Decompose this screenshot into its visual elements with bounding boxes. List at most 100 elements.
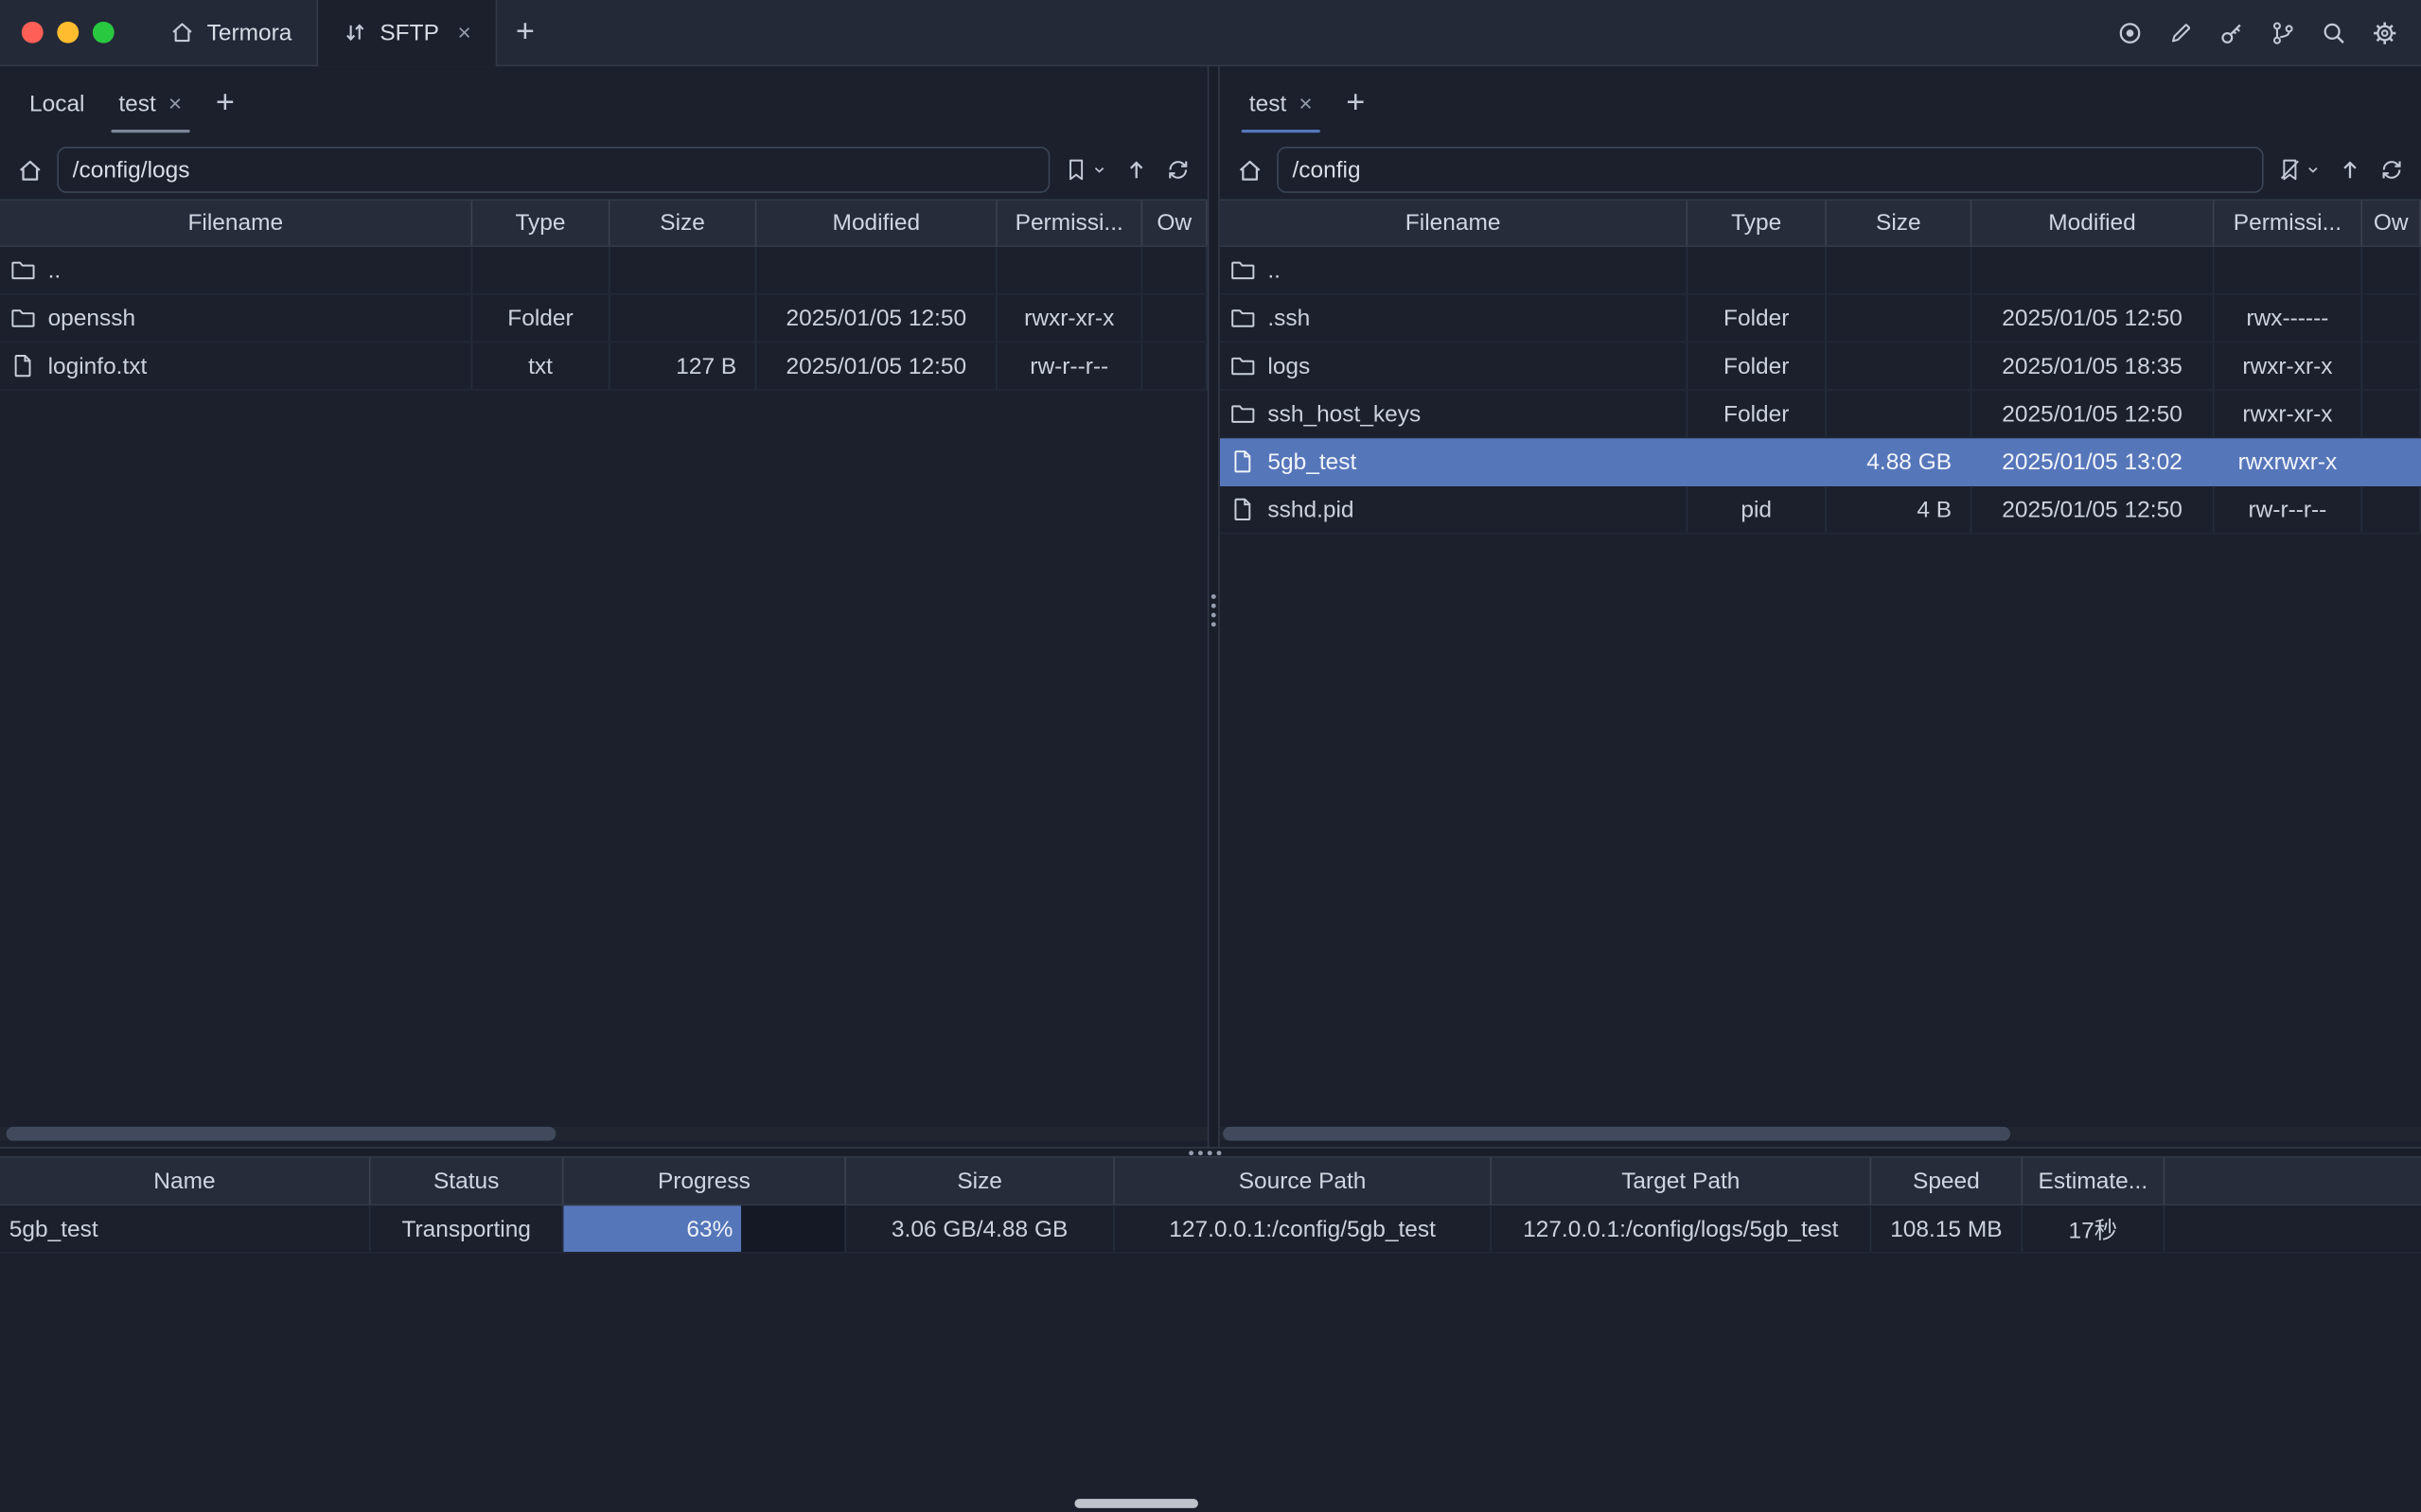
pane-tab-test[interactable]: test ×: [101, 66, 199, 140]
progress-fill: 63%: [563, 1205, 740, 1252]
close-icon[interactable]: ×: [1299, 92, 1312, 114]
column-header-source-path[interactable]: Source Path: [1115, 1158, 1492, 1204]
column-header-size[interactable]: Size: [610, 201, 756, 245]
sftp-split-view: Local test × +: [0, 66, 2421, 1147]
bookmark-button[interactable]: [2277, 157, 2321, 182]
column-header-modified[interactable]: Modified: [1971, 201, 2214, 245]
file-type: txt: [472, 343, 610, 389]
refresh-button[interactable]: [1166, 157, 1191, 182]
keys-button[interactable]: [2218, 19, 2245, 45]
pane-tab-local[interactable]: Local: [12, 66, 101, 140]
settings-icon: [2372, 19, 2398, 45]
parent-directory-button[interactable]: [1124, 157, 1149, 182]
file-modified: 2025/01/05 12:50: [1971, 295, 2214, 342]
bookmark-button[interactable]: [1064, 157, 1107, 182]
file-size: [1827, 247, 1971, 293]
right-file-table: Filename Type Size Modified Permissi... …: [1220, 199, 2421, 1147]
titlebar-toolbar: [2117, 0, 2421, 65]
path-input[interactable]: [57, 147, 1050, 193]
column-header-speed[interactable]: Speed: [1871, 1158, 2023, 1204]
file-row-selected[interactable]: 5gb_test 4.88 GB 2025/01/05 13:02 rwxrwx…: [1220, 438, 2421, 486]
column-header-target-path[interactable]: Target Path: [1492, 1158, 1871, 1204]
tab-sftp[interactable]: SFTP ×: [316, 0, 497, 65]
file-permissions: rwxr-xr-x: [998, 295, 1142, 342]
close-icon[interactable]: ×: [168, 92, 182, 114]
transfers-splitter[interactable]: [0, 1147, 2421, 1157]
titlebar: Termora SFTP × +: [0, 0, 2421, 66]
file-modified: [1971, 247, 2214, 293]
column-header-size[interactable]: Size: [846, 1158, 1115, 1204]
file-type: [472, 247, 610, 293]
search-button[interactable]: [2321, 19, 2347, 45]
file-row[interactable]: .ssh Folder 2025/01/05 12:50 rwx------: [1220, 295, 2421, 343]
file-owner: [2362, 486, 2421, 533]
column-header-owner[interactable]: Ow: [2362, 201, 2421, 245]
scrollbar-thumb[interactable]: [1223, 1127, 2010, 1141]
left-horizontal-scrollbar: [0, 1127, 1208, 1141]
column-header-type[interactable]: Type: [472, 201, 610, 245]
new-pane-tab-button[interactable]: +: [1330, 66, 1382, 140]
column-header-estimate[interactable]: Estimate...: [2023, 1158, 2165, 1204]
git-branch-icon: [2270, 19, 2296, 45]
zoom-window-button[interactable]: [93, 22, 115, 44]
scrollbar-thumb[interactable]: [7, 1127, 557, 1141]
settings-button[interactable]: [2372, 19, 2398, 45]
pane-splitter[interactable]: [1208, 66, 1220, 1147]
close-window-button[interactable]: [22, 22, 44, 44]
column-header-owner[interactable]: Ow: [1142, 201, 1208, 245]
transfer-arrows-icon: [343, 20, 367, 44]
folder-icon: [10, 306, 35, 330]
minimize-window-button[interactable]: [57, 22, 79, 44]
tab-termora[interactable]: Termora: [145, 0, 316, 65]
new-pane-tab-button[interactable]: +: [199, 66, 251, 140]
parent-directory-button[interactable]: [2338, 157, 2362, 182]
file-row[interactable]: ssh_host_keys Folder 2025/01/05 12:50 rw…: [1220, 391, 2421, 439]
file-permissions: rw-r--r--: [2214, 486, 2362, 533]
record-button[interactable]: [2117, 19, 2144, 45]
file-size: 127 B: [610, 343, 756, 389]
file-icon: [1230, 449, 1255, 474]
search-icon: [2321, 19, 2347, 45]
column-header-modified[interactable]: Modified: [756, 201, 997, 245]
file-row[interactable]: openssh Folder 2025/01/05 12:50 rwxr-xr-…: [0, 295, 1208, 343]
close-icon[interactable]: ×: [457, 21, 470, 44]
header-filler: [2165, 1158, 2421, 1204]
file-type: [1688, 247, 1827, 293]
column-header-name[interactable]: Name: [0, 1158, 371, 1204]
transfer-name: 5gb_test: [0, 1205, 371, 1252]
edit-button[interactable]: [2167, 19, 2194, 45]
file-type: pid: [1688, 486, 1827, 533]
path-input[interactable]: [1277, 147, 2263, 193]
file-row[interactable]: loginfo.txt txt 127 B 2025/01/05 12:50 r…: [0, 343, 1208, 391]
home-button[interactable]: [17, 157, 44, 184]
file-row[interactable]: logs Folder 2025/01/05 18:35 rwxr-xr-x: [1220, 343, 2421, 391]
right-path-actions: [2277, 157, 2404, 182]
transfer-row[interactable]: 5gb_test Transporting 63% 3.06 GB/4.88 G…: [0, 1205, 2421, 1254]
pane-tab-test[interactable]: test ×: [1232, 66, 1330, 140]
refresh-button[interactable]: [2379, 157, 2404, 182]
traffic-lights: [0, 0, 145, 65]
file-owner: [1142, 247, 1208, 293]
git-button[interactable]: [2270, 19, 2296, 45]
bottom-scrollbar-thumb[interactable]: [1074, 1499, 1198, 1508]
column-header-status[interactable]: Status: [371, 1158, 564, 1204]
new-tab-button[interactable]: +: [498, 0, 554, 65]
file-name: ..: [1267, 257, 1281, 284]
file-row[interactable]: ..: [1220, 247, 2421, 295]
file-owner: [2362, 391, 2421, 437]
file-size: 4.88 GB: [1827, 438, 1971, 484]
column-header-permissions[interactable]: Permissi...: [998, 201, 1142, 245]
home-button[interactable]: [1237, 157, 1264, 184]
column-header-type[interactable]: Type: [1688, 201, 1827, 245]
table-header-row: Filename Type Size Modified Permissi... …: [1220, 199, 2421, 247]
column-header-filename[interactable]: Filename: [1220, 201, 1688, 245]
file-size: 4 B: [1827, 486, 1971, 533]
file-icon: [1230, 497, 1255, 521]
file-row[interactable]: sshd.pid pid 4 B 2025/01/05 12:50 rw-r--…: [1220, 486, 2421, 535]
column-header-filename[interactable]: Filename: [0, 201, 472, 245]
column-header-progress[interactable]: Progress: [563, 1158, 846, 1204]
pane-tab-label: test: [118, 90, 155, 116]
column-header-permissions[interactable]: Permissi...: [2214, 201, 2362, 245]
column-header-size[interactable]: Size: [1827, 201, 1971, 245]
file-row[interactable]: ..: [0, 247, 1208, 295]
